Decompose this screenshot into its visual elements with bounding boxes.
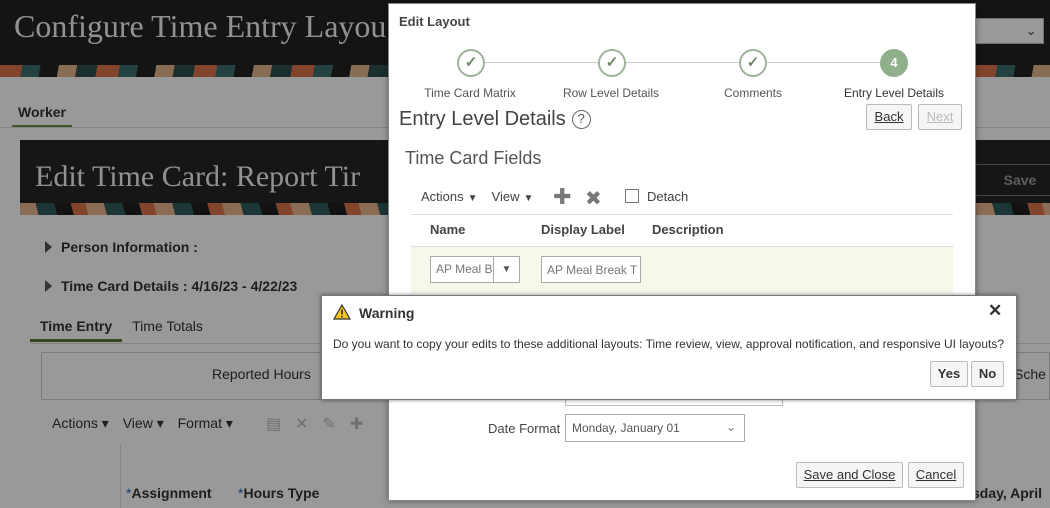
step-2-check-icon[interactable]: ✓ (598, 49, 626, 77)
warning-popup: Warning ✕ Do you want to copy your edits… (321, 295, 1017, 400)
grid-top-border (411, 214, 953, 215)
edit-layout-dialog: Edit Layout ✓ ✓ ✓ 4 Time Card Matrix Row… (388, 3, 976, 501)
name-column-header: Name (430, 222, 466, 237)
save-and-close-button[interactable]: Save and Close (796, 462, 903, 488)
fields-toolbar: Actions ▼ View ▼ (421, 189, 547, 204)
step-1-check-icon[interactable]: ✓ (457, 49, 485, 77)
caret-down-icon[interactable]: ▼ (493, 257, 519, 282)
display-label-input[interactable]: AP Meal Break T (541, 256, 641, 283)
back-label: Back (874, 109, 904, 124)
delete-row-icon[interactable]: ✖ (585, 186, 602, 211)
next-label: Next (926, 109, 954, 124)
add-row-icon[interactable]: ✚ (553, 184, 571, 210)
actions-label: Actions (421, 189, 464, 204)
date-format-select[interactable]: Monday, January 01 ⌄ (565, 414, 745, 442)
step-3-label[interactable]: Comments (694, 86, 812, 100)
date-format-value: Monday, January 01 (572, 421, 680, 435)
name-select-value: AP Meal Br (436, 262, 497, 276)
help-icon[interactable]: ? (571, 110, 591, 129)
train-connector (485, 62, 893, 63)
section-title-text: Entry Level Details (399, 108, 566, 130)
no-button[interactable]: No (971, 361, 1004, 387)
view-label: View (491, 189, 520, 204)
fields-actions-menu[interactable]: Actions ▼ (421, 189, 492, 204)
chevron-down-icon: ⌄ (725, 420, 736, 434)
cancel-button[interactable]: Cancel (908, 462, 964, 488)
next-button[interactable]: Next (918, 104, 962, 130)
step-4-current[interactable]: 4 (880, 49, 908, 77)
name-select[interactable]: AP Meal Br ▼ (430, 256, 520, 283)
save-and-close-label: Save and Close (803, 467, 896, 482)
description-column-header: Description (652, 222, 724, 237)
cancel-label: Cancel (915, 467, 957, 482)
dialog-title: Edit Layout (399, 14, 470, 29)
detach-icon[interactable] (625, 189, 639, 203)
display-label-column-header: Display Label (541, 222, 625, 237)
caret-down-icon: ▼ (467, 193, 478, 204)
back-button[interactable]: Back (866, 104, 912, 130)
fields-view-menu[interactable]: View ▼ (492, 189, 548, 204)
close-icon[interactable]: ✕ (988, 302, 1002, 320)
date-format-label: Date Format (488, 421, 561, 436)
caret-down-icon: ▼ (523, 193, 534, 204)
detach-label[interactable]: Detach (647, 189, 688, 204)
yes-button[interactable]: Yes (930, 361, 968, 387)
step-1-label[interactable]: Time Card Matrix (411, 86, 529, 100)
warning-icon (333, 304, 351, 320)
warning-title: Warning (359, 305, 415, 321)
step-4-label[interactable]: Entry Level Details (832, 86, 956, 100)
step-3-check-icon[interactable]: ✓ (739, 49, 767, 77)
warning-message: Do you want to copy your edits to these … (333, 337, 1005, 351)
section-title: Entry Level Details? (399, 108, 591, 131)
time-card-fields-title: Time Card Fields (405, 148, 542, 168)
step-2-label[interactable]: Row Level Details (552, 86, 670, 100)
